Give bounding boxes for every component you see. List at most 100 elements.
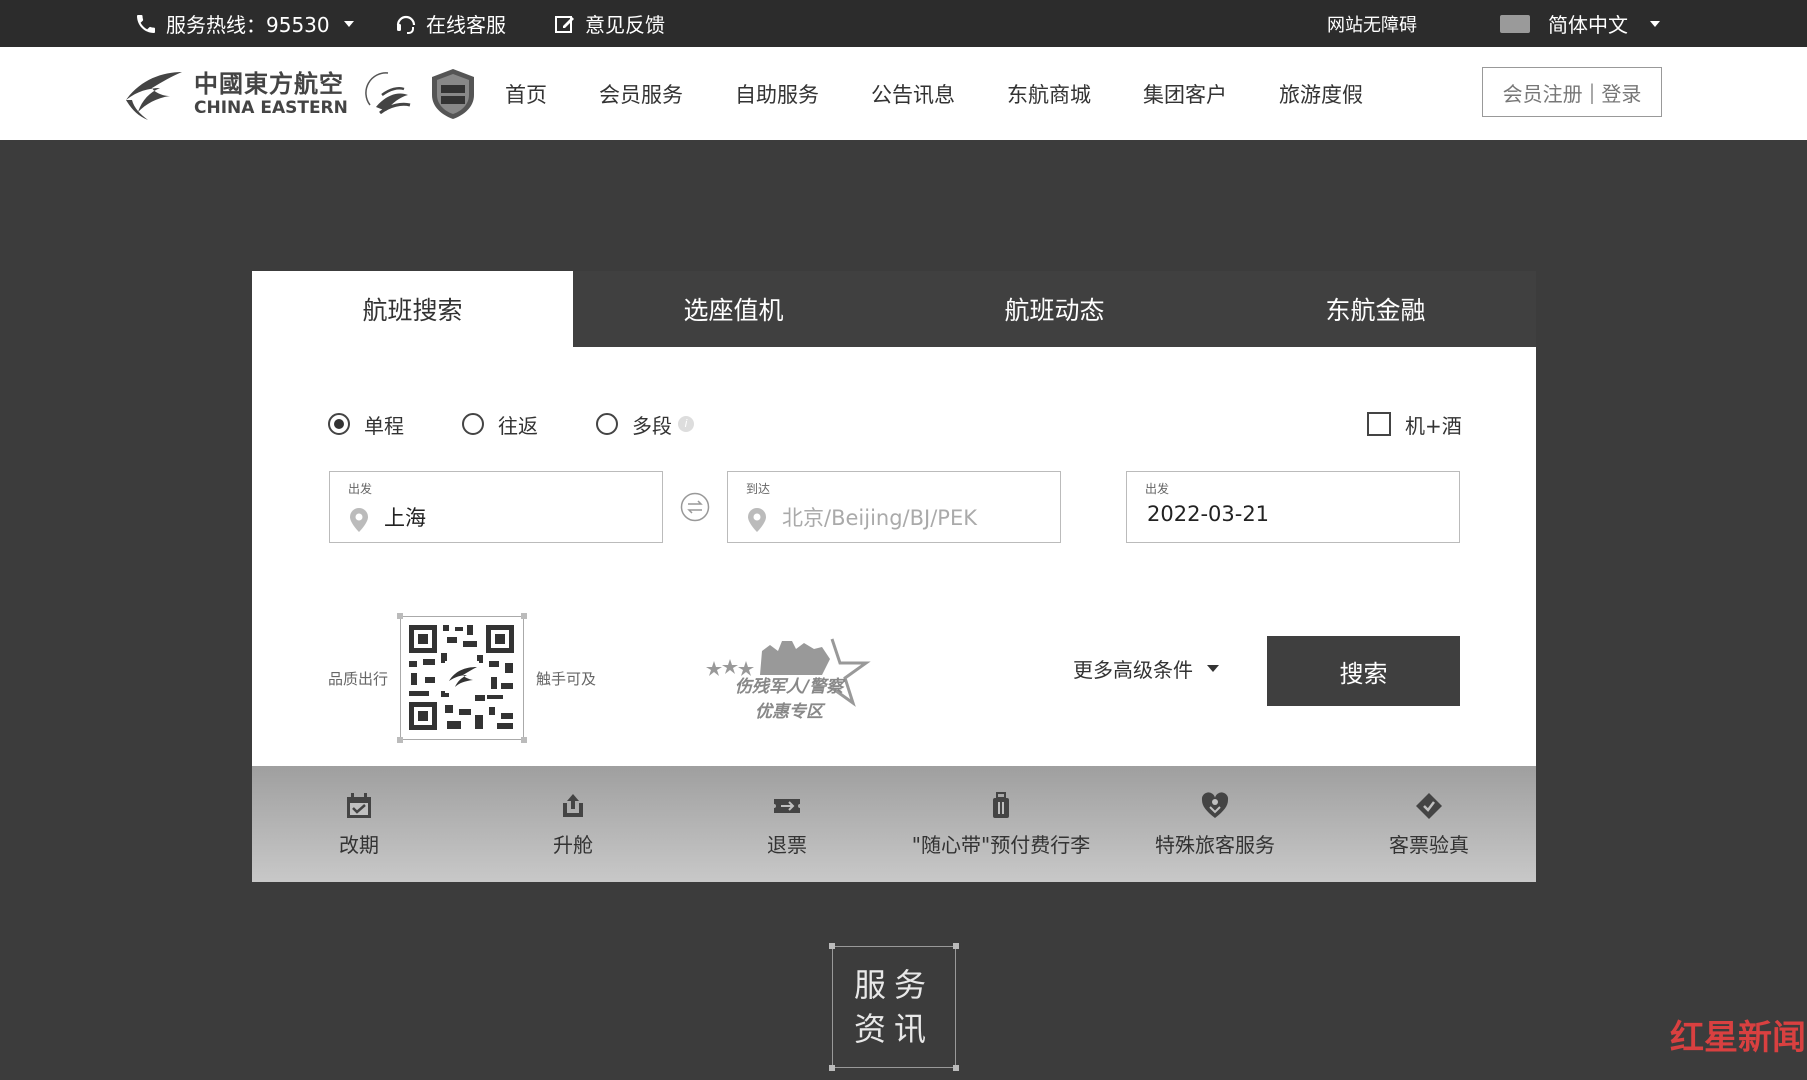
quick-services-bar: 改期 升舱 退票 "随心带"预付费行李 特殊旅客服务 客票验真 (252, 766, 1536, 882)
location-pin-icon (748, 508, 766, 532)
feedback-label: 意见反馈 (585, 13, 665, 37)
refund-ticket-icon (774, 798, 800, 813)
search-button[interactable]: 搜索 (1267, 636, 1460, 706)
divider: | (1588, 80, 1596, 104)
nav-member-services[interactable]: 会员服务 (599, 79, 683, 109)
service-upgrade[interactable]: 升舱 (466, 766, 680, 882)
tab-seat-checkin[interactable]: 选座值机 (573, 271, 894, 347)
service-label: 特殊旅客服务 (1155, 832, 1275, 857)
flight-hotel-checkbox[interactable]: 机+酒 (1367, 409, 1462, 439)
promo-line-1: 伤残军人/警察 (734, 677, 844, 697)
radio-unselected-icon (596, 413, 618, 435)
app-qr-section: 品质出行 触手可及 (328, 613, 596, 743)
service-prepaid-baggage[interactable]: "随心带"预付费行李 (894, 766, 1108, 882)
ticket-verify-icon (1416, 792, 1442, 819)
edit-icon (555, 15, 574, 33)
radio-multi-segment[interactable]: 多段 i (596, 410, 694, 439)
accessibility-label: 网站无障碍 (1327, 14, 1417, 36)
language-label: 简体中文 (1548, 13, 1628, 37)
info-icon[interactable]: i (678, 416, 694, 432)
trip-type-group: 单程 往返 多段 i (328, 409, 752, 439)
chevron-down-icon (1650, 20, 1660, 27)
service-refund[interactable]: 退票 (680, 766, 894, 882)
service-label: "随心带"预付费行李 (911, 832, 1091, 857)
tab-flight-status[interactable]: 航班动态 (894, 271, 1215, 347)
seat-upgrade-icon (563, 793, 583, 817)
china-eastern-logo[interactable]: 中國東方航空 CHINA EASTERN (122, 65, 348, 123)
qr-right-caption: 触手可及 (536, 669, 597, 688)
language-selector[interactable]: 简体中文 (1500, 0, 1660, 47)
departure-label: 出发 (348, 482, 373, 496)
location-pin-icon (350, 508, 368, 532)
feedback-link[interactable]: 意见反馈 (553, 0, 665, 47)
register-login-button[interactable]: 会员注册 | 登录 (1482, 67, 1662, 117)
checkbox-icon (1367, 412, 1391, 436)
nav-self-service[interactable]: 自助服务 (735, 79, 819, 109)
main-nav: 首页 会员服务 自助服务 公告讯息 东航商城 集团客户 旅游度假 (505, 47, 1415, 140)
qr-corner (397, 737, 404, 743)
qr-code-icon (409, 625, 515, 730)
phone-icon (137, 14, 155, 33)
calendar-check-icon (347, 792, 371, 818)
service-label: 客票验真 (1389, 832, 1469, 857)
online-service-label: 在线客服 (426, 13, 506, 37)
chevron-down-icon (1207, 665, 1219, 672)
discount-banner-text: 伤残军人/警察 优惠专区 (704, 675, 874, 725)
nav-mall[interactable]: 东航商城 (1007, 79, 1091, 109)
register-link[interactable]: 会员注册 (1503, 78, 1583, 107)
box-corner (953, 1065, 959, 1071)
service-news-box[interactable]: 服务 资讯 (829, 943, 959, 1071)
advanced-options-toggle[interactable]: 更多高级条件 (1073, 654, 1219, 683)
accessibility-link[interactable]: 网站无障碍 (1327, 0, 1417, 47)
radio-unselected-icon (462, 413, 484, 435)
nav-home[interactable]: 首页 (505, 79, 547, 109)
radio-round-trip[interactable]: 往返 (462, 410, 538, 439)
radio-multi-label: 多段 (632, 413, 672, 438)
nav-corporate[interactable]: 集团客户 (1143, 79, 1227, 109)
qr-corner (521, 613, 528, 619)
tab-flight-search[interactable]: 航班搜索 (252, 271, 573, 347)
hotline-text: 服务热线：95530 (166, 13, 330, 37)
nav-travel[interactable]: 旅游度假 (1279, 79, 1363, 109)
departure-field[interactable]: 出发 上海 (329, 471, 663, 543)
radio-one-way-label: 单程 (364, 413, 404, 438)
heart-hand-icon (1201, 791, 1229, 818)
news-box-line-2: 资讯 (853, 1010, 934, 1048)
date-field[interactable]: 出发 2022-03-21 (1126, 471, 1460, 543)
booking-tabs: 航班搜索 选座值机 航班动态 东航金融 (252, 271, 1536, 347)
qr-corner (397, 613, 404, 619)
radio-one-way[interactable]: 单程 (328, 410, 404, 439)
service-special-passenger[interactable]: 特殊旅客服务 (1108, 766, 1322, 882)
date-label: 出发 (1145, 482, 1170, 496)
main-header: 中國東方航空 CHINA EASTERN 首页 会员服务 自助服务 公告讯息 东… (0, 47, 1807, 140)
hotline[interactable]: 服务热线：95530 (134, 0, 354, 47)
news-box-line-1: 服务 (853, 966, 934, 1004)
arrival-label: 到达 (746, 482, 771, 496)
box-corner (829, 1065, 835, 1071)
flight-hotel-label: 机+酒 (1405, 413, 1462, 438)
login-link[interactable]: 登录 (1601, 78, 1641, 107)
logo-english-name: CHINA EASTERN (194, 97, 348, 118)
box-corner (829, 943, 835, 949)
swap-icon[interactable] (680, 492, 710, 522)
arrival-placeholder: 北京/Beijing/BJ/PEK (782, 506, 977, 530)
logo-chinese-name: 中國東方航空 (194, 69, 344, 98)
radio-selected-icon (328, 413, 350, 435)
service-reschedule[interactable]: 改期 (252, 766, 466, 882)
tab-finance[interactable]: 东航金融 (1215, 271, 1536, 347)
swallow-logo-icon (126, 72, 182, 120)
top-utility-bar: 服务热线：95530 在线客服 意见反馈 网站无障碍 简体中文 (0, 0, 1807, 47)
radio-round-trip-label: 往返 (498, 413, 538, 438)
service-label: 退票 (767, 832, 807, 857)
qr-code (397, 613, 528, 743)
shield-badge-icon (432, 69, 474, 119)
online-service-link[interactable]: 在线客服 (394, 0, 506, 47)
date-value: 2022-03-21 (1147, 502, 1270, 526)
chevron-down-icon (343, 20, 354, 27)
luggage-icon (993, 791, 1009, 818)
nav-announcements[interactable]: 公告讯息 (871, 79, 955, 109)
service-ticket-verify[interactable]: 客票验真 (1322, 766, 1536, 882)
veteran-police-discount-banner[interactable]: 伤残军人/警察 优惠专区 (704, 629, 874, 729)
service-label: 升舱 (553, 832, 593, 857)
arrival-field[interactable]: 到达 北京/Beijing/BJ/PEK (727, 471, 1061, 543)
